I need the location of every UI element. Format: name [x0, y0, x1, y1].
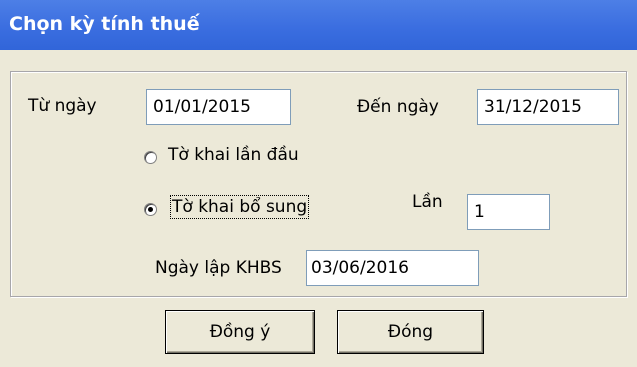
times-field[interactable]: 1 — [467, 194, 550, 230]
window-title: Chọn kỳ tính thuế — [9, 13, 200, 35]
close-button-label: Đóng — [387, 322, 434, 342]
radio-selected-dot — [148, 207, 153, 212]
khbs-date-field[interactable]: 03/06/2016 — [306, 250, 479, 286]
supplementary-declaration-radio[interactable] — [144, 203, 157, 216]
to-date-field[interactable]: 31/12/2015 — [477, 89, 619, 125]
from-date-value: 01/01/2015 — [153, 97, 251, 117]
from-date-field[interactable]: 01/01/2015 — [146, 89, 291, 125]
khbs-date-value: 03/06/2016 — [311, 258, 409, 278]
to-date-value: 31/12/2015 — [484, 97, 582, 117]
supplementary-declaration-label[interactable]: Tờ khai bổ sung — [169, 195, 310, 219]
first-declaration-radio[interactable] — [144, 151, 157, 164]
ok-button[interactable]: Đồng ý — [165, 310, 315, 354]
times-value: 1 — [474, 202, 485, 222]
ok-button-label: Đồng ý — [209, 322, 271, 342]
from-date-label: Từ ngày — [28, 96, 97, 116]
first-declaration-label[interactable]: Tờ khai lần đầu — [168, 145, 299, 165]
title-bar[interactable]: Chọn kỳ tính thuế — [0, 0, 637, 50]
to-date-label: Đến ngày — [357, 97, 439, 117]
close-button[interactable]: Đóng — [337, 310, 484, 354]
times-label: Lần — [412, 192, 443, 212]
khbs-date-label: Ngày lập KHBS — [155, 258, 282, 278]
